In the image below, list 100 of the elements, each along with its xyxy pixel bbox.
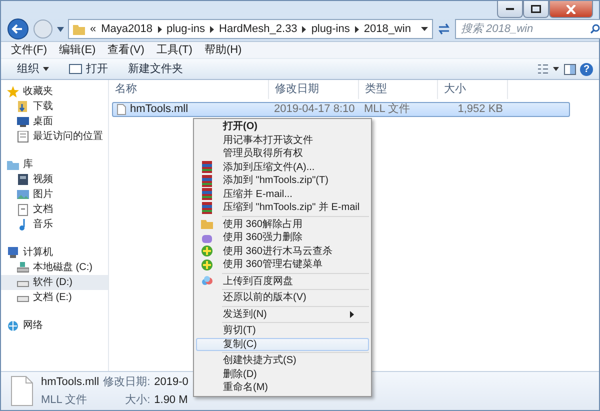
column-header[interactable]: 大小	[438, 80, 508, 99]
menu-item[interactable]: 上传到百度网盘	[196, 274, 369, 288]
file-type: MLL 文件	[41, 392, 88, 408]
toolbar-button[interactable]: 组织	[9, 60, 57, 78]
menu-item[interactable]: 使用 360强力删除	[196, 231, 369, 244]
menu-item[interactable]: 发送到(N)	[196, 308, 369, 321]
caret-icon	[43, 67, 49, 71]
archive-icon	[201, 202, 213, 214]
breadcrumb[interactable]: Maya2018	[101, 20, 152, 38]
sidebar-item[interactable]: 音乐	[1, 217, 108, 232]
menu-item[interactable]: 复制(C)	[196, 338, 369, 351]
field-label: 修改日期:	[103, 374, 150, 390]
menu-item[interactable]: 添加到 "hmTools.zip"(T)	[196, 174, 369, 188]
minimize-icon	[506, 8, 514, 10]
menu-item[interactable]: 压缩并 E-mail...	[196, 188, 369, 201]
breadcrumb[interactable]: HardMesh_2.33	[219, 20, 298, 38]
dropdown-arrow-icon[interactable]	[57, 26, 64, 32]
plus-circle-icon	[201, 245, 213, 258]
table-cell-text: 2019-04-17 8:10	[273, 102, 356, 118]
dropdown-arrow-icon[interactable]	[420, 27, 428, 31]
maximize-button[interactable]	[523, 1, 549, 18]
column-header[interactable]: 名称	[109, 80, 269, 99]
menu-item[interactable]: 压缩到 "hmTools.zip" 并 E-mail	[196, 201, 369, 214]
chevron-icon	[158, 26, 162, 32]
sidebar-group[interactable]: 网络	[1, 318, 108, 333]
drive-icon	[17, 262, 29, 274]
window-icon	[69, 64, 82, 74]
close-icon	[566, 4, 576, 14]
sidebar-item[interactable]: 桌面	[1, 114, 108, 129]
plus-circle-icon	[201, 258, 213, 271]
menu-item[interactable]: 使用 360解除占用	[196, 218, 369, 231]
toolbar-button[interactable]: 新建文件夹	[120, 60, 191, 78]
menu-item[interactable]: 使用 360管理右键菜单	[196, 258, 369, 272]
menu-item[interactable]: 查看(V)	[102, 42, 150, 58]
sidebar-item[interactable]: 本地磁盘 (C:)	[1, 260, 108, 275]
sidebar-item[interactable]: 文档	[1, 202, 108, 217]
submenu-arrow-icon	[350, 310, 354, 318]
column-header[interactable]: 修改日期	[269, 80, 359, 99]
sidebar-item[interactable]: 软件 (D:)	[1, 275, 108, 290]
menu-item[interactable]: 重命名(M)	[196, 381, 369, 394]
field-value: 1.90 M	[154, 393, 188, 408]
computer-icon	[7, 246, 19, 258]
film-icon	[17, 174, 29, 186]
folder-icon	[7, 158, 19, 170]
archive-icon	[201, 174, 213, 187]
breadcrumb[interactable]: plug-ins	[311, 20, 350, 38]
menu-item[interactable]: 使用 360进行木马云查杀	[196, 244, 369, 258]
sidebar-group[interactable]: 收藏夹	[1, 84, 108, 99]
sidebar-item[interactable]: 视频	[1, 172, 108, 187]
folder-icon	[73, 24, 85, 34]
menu-item[interactable]: 添加到压缩文件(A)...	[196, 160, 369, 174]
menu-item[interactable]: 还原以前的版本(V)	[196, 291, 369, 304]
search-field[interactable]: 搜索 2018_win	[454, 19, 600, 39]
menu-item[interactable]: 编辑(E)	[53, 42, 102, 58]
file-name: hmTools.mll	[41, 374, 100, 390]
file-icon	[11, 376, 33, 406]
document-icon	[17, 130, 29, 142]
preview-pane-icon[interactable]	[564, 64, 576, 74]
menu-item[interactable]: 打开(O)	[196, 120, 369, 134]
menu-item[interactable]: 管理员取得所有权	[196, 147, 369, 160]
table-cell-text: MLL 文件	[363, 102, 412, 118]
close-button[interactable]	[549, 1, 593, 18]
chevron-icon	[354, 26, 359, 32]
document-icon	[17, 204, 29, 216]
view-options-icon[interactable]	[538, 64, 560, 74]
help-button[interactable]: ?	[580, 62, 593, 76]
sidebar-item[interactable]: 最近访问的位置	[1, 129, 108, 144]
menu-item[interactable]: 帮助(H)	[198, 42, 248, 58]
breadcrumb[interactable]: plug-ins	[166, 20, 206, 38]
field-label: 大小:	[124, 393, 150, 408]
cloud-icon	[201, 275, 213, 288]
field-value: 2019-0	[154, 374, 188, 390]
menu-item[interactable]: 剪切(T)	[196, 324, 369, 338]
picture-icon	[17, 188, 29, 200]
star-icon	[7, 86, 19, 98]
file-icon	[117, 104, 126, 115]
menu-item[interactable]: 用记事本打开该文件	[196, 134, 369, 147]
column-header[interactable]: 类型	[359, 80, 438, 99]
menu-item[interactable]: 文件(F)	[5, 42, 54, 58]
table-cell-text: 1,952 KB	[456, 102, 504, 118]
sidebar-item[interactable]: 图片	[1, 187, 108, 202]
menu-item[interactable]: 工具(T)	[150, 42, 198, 58]
file-row[interactable]: hmTools.mll 2019-04-17 8:10 MLL 文件 1,952 KB	[112, 102, 570, 117]
back-button[interactable]	[7, 18, 29, 40]
sidebar-item[interactable]: 下载	[1, 99, 108, 114]
breadcrumb-overflow[interactable]: «	[90, 20, 96, 38]
maximize-icon	[531, 5, 541, 13]
minimize-button[interactable]	[497, 1, 523, 18]
breadcrumb[interactable]: 2018_win	[364, 20, 411, 38]
menu-item[interactable]: 删除(D)	[196, 368, 369, 381]
download-icon	[17, 100, 29, 112]
sidebar-item[interactable]: 文档 (E:)	[1, 290, 108, 305]
address-bar[interactable]: « Maya2018 plug-ins HardMesh_2.33 plug-ins 2018_win	[68, 19, 433, 39]
refresh-icon[interactable]	[436, 23, 451, 35]
sidebar-group[interactable]: 计算机	[1, 245, 108, 260]
toolbar-button[interactable]: 打开	[61, 60, 116, 78]
archive-icon	[201, 188, 213, 200]
menu-item[interactable]: 创建快捷方式(S)	[196, 354, 369, 368]
search-icon	[590, 24, 600, 34]
sidebar-group[interactable]: 库	[1, 157, 108, 172]
